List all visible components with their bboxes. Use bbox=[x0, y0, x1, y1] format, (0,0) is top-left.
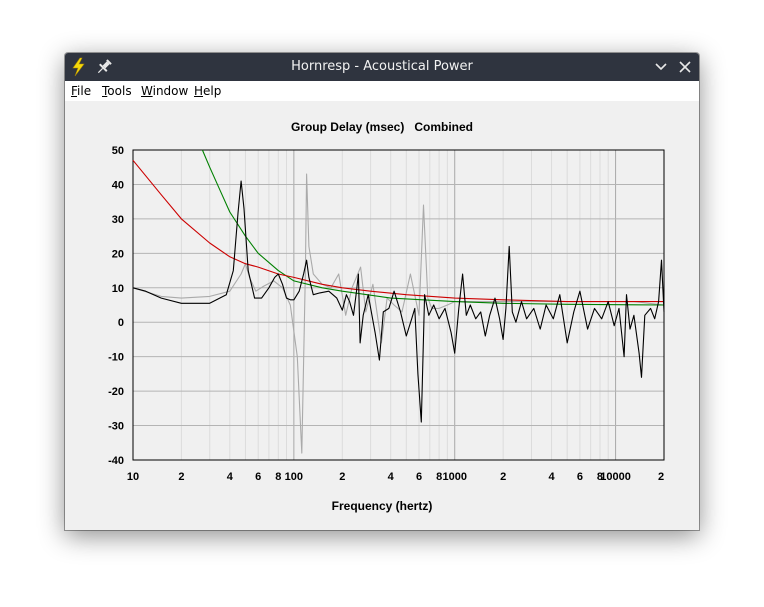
menu-window-mnemonic: W bbox=[141, 84, 153, 98]
x-tick-label: 2 bbox=[658, 471, 664, 483]
chart-title: Group Delay (msec) Combined bbox=[291, 120, 473, 134]
x-tick-label: 10000 bbox=[600, 471, 631, 483]
x-tick-label: 10 bbox=[127, 471, 139, 483]
x-tick-label: 4 bbox=[227, 471, 234, 483]
y-tick-label: 40 bbox=[112, 179, 124, 191]
menu-file[interactable]: File bbox=[71, 84, 91, 98]
x-tick-label: 2 bbox=[178, 471, 184, 483]
app-window: Hornresp - Acoustical Power File Tools W… bbox=[65, 53, 699, 530]
y-tick-label: 0 bbox=[118, 317, 124, 329]
x-tick-label: 2 bbox=[500, 471, 506, 483]
menu-tools[interactable]: Tools bbox=[102, 84, 132, 98]
close-icon[interactable] bbox=[675, 57, 695, 77]
x-tick-label: 1000 bbox=[442, 471, 466, 483]
x-tick-label: 4 bbox=[549, 471, 556, 483]
menu-help[interactable]: Help bbox=[194, 84, 221, 98]
y-tick-label: -40 bbox=[108, 455, 124, 467]
group-delay-chart: Group Delay (msec) Combined 50403020100-… bbox=[108, 120, 665, 513]
x-tick-label: 6 bbox=[577, 471, 583, 483]
x-tick-label: 100 bbox=[285, 471, 303, 483]
menu-window[interactable]: Window bbox=[141, 84, 188, 98]
x-tick-label: 8 bbox=[436, 471, 442, 483]
menu-bar: File Tools Window Help bbox=[65, 81, 699, 101]
x-tick-label: 6 bbox=[255, 471, 261, 483]
y-tick-label: -20 bbox=[108, 386, 124, 398]
chevron-down-icon[interactable] bbox=[651, 57, 671, 77]
menu-help-label: elp bbox=[203, 84, 222, 98]
y-tick-label: 20 bbox=[112, 248, 124, 260]
y-tick-label: -10 bbox=[108, 352, 124, 364]
menu-tools-label: ools bbox=[107, 84, 132, 98]
y-tick-label: 50 bbox=[112, 145, 124, 157]
x-tick-label: 8 bbox=[275, 471, 281, 483]
y-tick-label: 30 bbox=[112, 214, 124, 226]
x-axis-label: Frequency (hertz) bbox=[332, 499, 433, 513]
y-tick-label: 10 bbox=[112, 283, 124, 295]
y-tick-label: -30 bbox=[108, 421, 124, 433]
title-bar[interactable]: Hornresp - Acoustical Power bbox=[65, 53, 699, 81]
series-line-2 bbox=[132, 159, 664, 303]
menu-file-label: ile bbox=[77, 84, 92, 98]
x-tick-label: 6 bbox=[416, 471, 422, 483]
x-tick-label: 2 bbox=[339, 471, 345, 483]
window-title: Hornresp - Acoustical Power bbox=[291, 59, 473, 74]
chart-area: Group Delay (msec) Combined 50 40 30 20 10 0-… bbox=[65, 101, 699, 530]
menu-window-label: indow bbox=[152, 84, 189, 98]
x-tick-label: 4 bbox=[388, 471, 395, 483]
menu-help-mnemonic: H bbox=[194, 84, 204, 98]
